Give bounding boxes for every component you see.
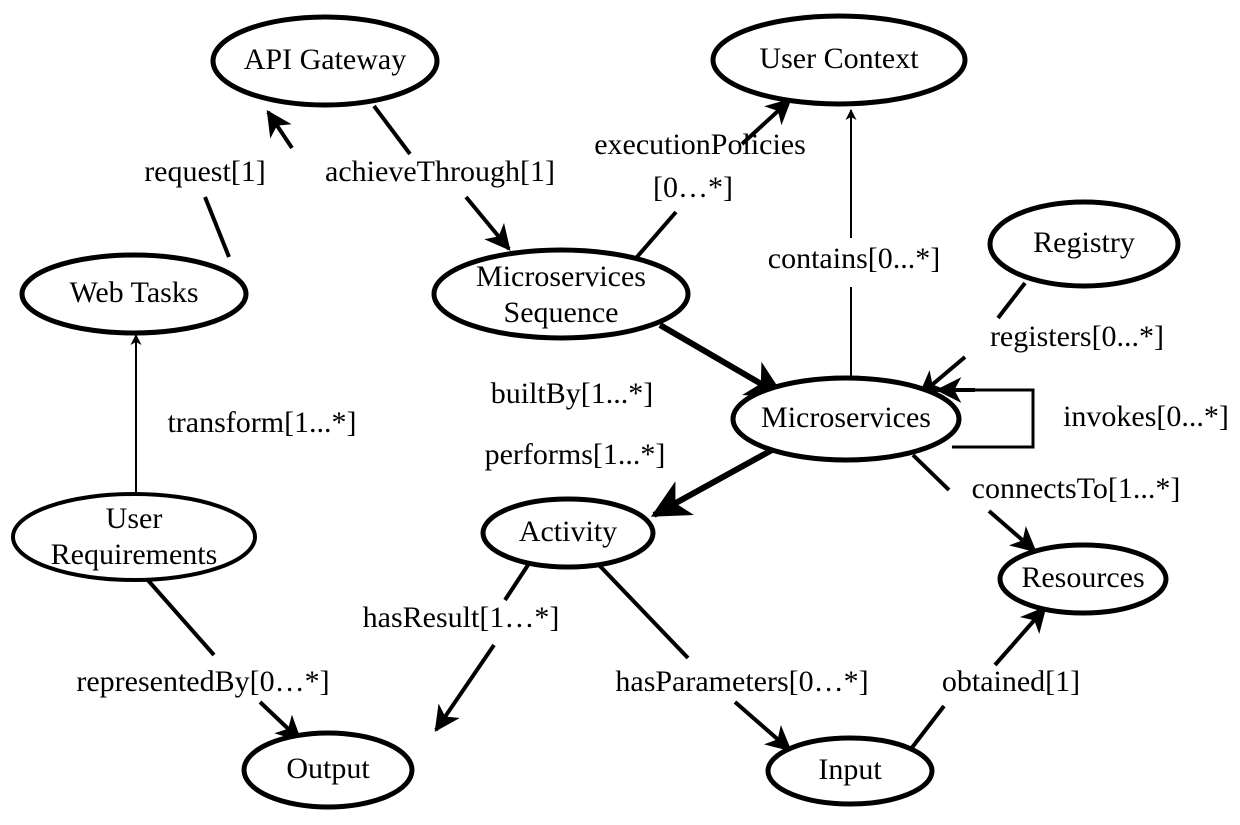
node-label-registry: Registry [1033, 226, 1135, 259]
node-resources[interactable]: Resources [997, 542, 1169, 616]
node-api-gateway[interactable]: API Gateway [210, 14, 440, 108]
edge-label-invokes: invokes[0...*] [1063, 400, 1229, 433]
diagram-canvas: API Gateway User Context Registry Web Ta… [11, 13, 1229, 810]
node-microservices-sequence[interactable]: Microservices Sequence [431, 247, 691, 341]
edge-has-result [434, 560, 532, 732]
node-label-activity: Activity [519, 515, 617, 548]
node-label-microservices: Microservices [761, 401, 931, 434]
node-registry[interactable]: Registry [987, 199, 1181, 289]
node-output[interactable]: Output [241, 730, 415, 810]
node-user-context[interactable]: User Context [710, 13, 968, 107]
edge-label-represented-by: representedBy[0…*] [76, 665, 329, 698]
edge-label-execution-policies: executionPolicies [594, 128, 806, 161]
edge-label-execution-policies-multiplicity: [0…*] [653, 171, 733, 204]
edge-label-contains: contains[0...*] [768, 242, 940, 275]
edge-label-has-result: hasResult[1…*] [363, 601, 560, 634]
edge-label-transform: transform[1...*] [167, 406, 356, 439]
node-label-microservices-sequence-line1: Microservices [476, 260, 646, 293]
edge-label-achieve-through: achieveThrough[1] [325, 155, 555, 188]
node-label-user-context: User Context [759, 42, 919, 75]
node-activity[interactable]: Activity [480, 496, 656, 570]
edge-label-performs: performs[1...*] [485, 438, 666, 471]
edge-label-has-parameters: hasParameters[0…*] [615, 665, 868, 698]
node-label-web-tasks: Web Tasks [69, 276, 198, 309]
node-label-api-gateway: API Gateway [244, 43, 406, 76]
edge-has-parameters [596, 562, 792, 752]
edge-built-by [658, 322, 786, 399]
node-label-resources: Resources [1021, 561, 1144, 594]
edge-label-connects-to: connectsTo[1...*] [972, 472, 1181, 505]
edge-label-registers: registers[0...*] [990, 320, 1164, 353]
edge-label-built-by: builtBy[1...*] [491, 377, 654, 410]
node-label-microservices-sequence-line2: Sequence [504, 296, 619, 329]
node-label-input: Input [818, 753, 882, 786]
node-label-user-requirements-line2: Requirements [51, 538, 218, 571]
edge-represented-by [144, 576, 302, 742]
node-user-requirements[interactable]: User Requirements [11, 492, 257, 582]
edge-performs [650, 447, 774, 518]
node-label-user-requirements-line1: User [106, 502, 163, 535]
node-input[interactable]: Input [765, 735, 935, 807]
ontology-diagram: API Gateway User Context Registry Web Ta… [0, 0, 1240, 825]
edge-label-obtained: obtained[1] [942, 665, 1080, 698]
node-microservices[interactable]: Microservices [730, 375, 962, 463]
node-label-output: Output [286, 752, 370, 785]
edge-label-request: request[1] [144, 155, 266, 188]
node-web-tasks[interactable]: Web Tasks [19, 252, 249, 336]
